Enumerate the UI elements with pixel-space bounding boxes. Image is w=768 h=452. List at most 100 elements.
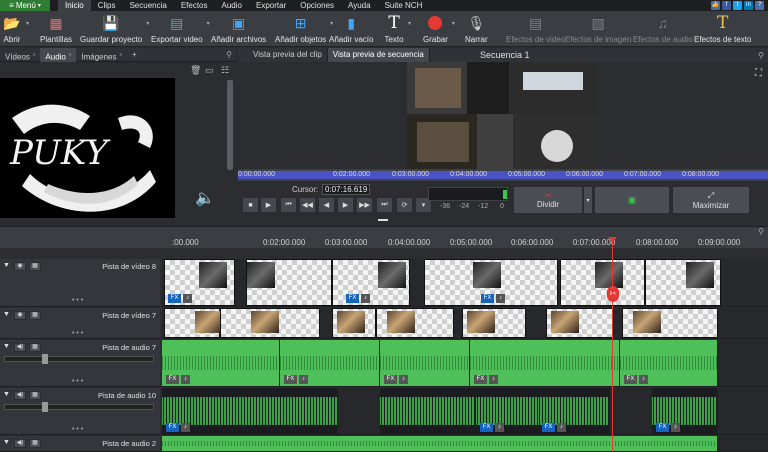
video-clip[interactable] <box>376 308 454 338</box>
go-end-button[interactable]: ⏭ <box>376 197 393 213</box>
plantillas-button[interactable]: ▦ Plantillas <box>40 13 72 45</box>
track-lane-audio-10[interactable]: FX ♪ FX ♪ FX ♪ FX ♪ <box>162 388 768 435</box>
lock-icon[interactable]: ▦ <box>29 311 41 320</box>
anadir-objetos-button[interactable]: ⊞ Añadir objetos ▾ <box>275 13 333 45</box>
prev-frame-button[interactable]: ◀◀ <box>299 197 316 213</box>
pin-icon[interactable]: ⚲ <box>758 51 764 60</box>
efectos-imagen-button[interactable]: ▧ Efectos de imagen <box>565 13 631 45</box>
collapse-icon[interactable]: ▼ <box>3 343 10 350</box>
audio-clip[interactable]: FX ♪ <box>380 340 470 386</box>
fx-badge[interactable]: FX <box>384 375 397 384</box>
video-clip[interactable] <box>332 308 376 338</box>
audio-clip[interactable]: FX ♪ <box>162 388 338 434</box>
drag-handle[interactable]: • • • <box>72 330 83 337</box>
lock-icon[interactable]: ▦ <box>29 262 41 271</box>
fx-badge[interactable]: FX <box>474 375 487 384</box>
scrollbar-thumb[interactable] <box>227 80 233 170</box>
play-button[interactable]: ▶ <box>260 197 277 213</box>
step-forward-button[interactable]: ▶ <box>337 197 354 213</box>
cursor-time-field[interactable]: 0:07:16.619 <box>322 184 370 195</box>
drag-handle[interactable]: • • • <box>72 378 83 385</box>
preview-video-frame[interactable] <box>407 62 598 169</box>
speaker-icon[interactable]: ◀) <box>14 391 26 400</box>
collapse-icon[interactable]: ▼ <box>3 311 10 318</box>
speaker-icon[interactable]: ♪ <box>489 375 498 384</box>
menu-secuencia[interactable]: Secuencia <box>122 0 173 11</box>
video-clip[interactable] <box>462 308 526 338</box>
speaker-icon[interactable]: ♪ <box>639 375 648 384</box>
audio-clip[interactable]: FX ♪ <box>470 340 620 386</box>
efectos-video-button[interactable]: ▤ Efectos de video <box>506 13 565 45</box>
fx-badge[interactable]: FX <box>542 423 555 432</box>
video-clip[interactable] <box>546 308 614 338</box>
volume-slider-knob[interactable] <box>42 402 48 412</box>
abrir-button[interactable]: 📂 Abrir ▾ <box>2 13 29 45</box>
speaker-icon[interactable]: ◀) <box>14 439 26 448</box>
tab-videos[interactable]: Vídeos x <box>0 48 40 62</box>
track-lane-audio-7[interactable]: FX ♪ FX ♪ FX ♪ FX ♪ FX ♪ <box>162 340 768 387</box>
audio-clip[interactable]: FX ♪ <box>620 340 718 386</box>
dividir-dropdown[interactable]: ▾ <box>583 186 593 214</box>
collapse-icon[interactable]: ▼ <box>3 439 10 446</box>
menu-efectos[interactable]: Efectos <box>174 0 215 11</box>
menu-exportar[interactable]: Exportar <box>249 0 293 11</box>
tab-audio[interactable]: Audio x <box>40 47 77 62</box>
speaker-icon[interactable]: ♪ <box>671 423 680 432</box>
eye-icon[interactable]: ◉ <box>14 262 26 271</box>
video-clip[interactable]: FX ♪ <box>164 259 235 306</box>
linkedin-icon[interactable]: in <box>744 1 753 10</box>
drag-handle[interactable]: • • • <box>72 297 83 304</box>
close-icon[interactable]: x <box>33 52 36 58</box>
fx-badge[interactable]: FX <box>284 375 297 384</box>
fx-badge[interactable]: FX <box>481 294 494 303</box>
fx-badge[interactable]: FX <box>624 375 637 384</box>
collapse-icon[interactable]: ▼ <box>3 391 10 398</box>
lock-icon[interactable]: ▦ <box>29 439 41 448</box>
video-clip[interactable] <box>164 308 223 338</box>
bin-media-thumbnail[interactable]: PUKY <box>0 78 175 224</box>
audio-clip[interactable]: FX ♪ <box>652 388 718 434</box>
volume-slider[interactable] <box>4 404 154 410</box>
fx-badge[interactable]: FX <box>346 294 359 303</box>
delete-icon[interactable]: 🗑 <box>190 65 201 76</box>
lock-icon[interactable]: ▦ <box>29 343 41 352</box>
maximizar-button[interactable]: ⤢ Maximizar <box>672 186 750 214</box>
tab-clip-preview[interactable]: Vista previa del clip <box>248 48 328 62</box>
main-menu-button[interactable]: ≡ Menú ▾ <box>0 0 50 11</box>
add-tab-button[interactable]: + <box>127 48 142 62</box>
track-lane-audio-2[interactable] <box>162 436 768 452</box>
loop-button[interactable]: ⟳ <box>396 197 413 213</box>
exportar-video-button[interactable]: ▤ Exportar video ▾ <box>151 13 210 45</box>
fx-badge[interactable]: FX <box>168 294 181 303</box>
video-clip[interactable] <box>560 259 645 306</box>
snapshot-button[interactable]: ▣ <box>594 186 670 214</box>
help-icon[interactable]: ? <box>755 1 764 10</box>
drag-handle[interactable]: • • • <box>72 426 83 433</box>
collapse-icon[interactable]: ▼ <box>3 262 10 269</box>
new-folder-icon[interactable]: ▭ <box>205 65 214 76</box>
efectos-texto-button[interactable]: T Efectos de texto <box>694 13 751 45</box>
track-lane-video-8[interactable]: FX♪ FX♪ FX♪ ✂ <box>162 259 768 307</box>
guardar-proyecto-button[interactable]: 💾 Guardar proyecto ▾ <box>80 13 149 45</box>
audio-clip[interactable]: FX ♪ <box>538 388 610 434</box>
twitter-icon[interactable]: t <box>733 1 742 10</box>
audio-clip[interactable]: FX ♪ <box>476 388 538 434</box>
menu-audio[interactable]: Audio <box>215 0 249 11</box>
fx-badge[interactable]: FX <box>480 423 493 432</box>
speaker-icon[interactable]: ♪ <box>399 375 408 384</box>
dividir-button[interactable]: ✂ Dividir <box>513 186 583 214</box>
eye-icon[interactable]: ◉ <box>14 311 26 320</box>
split-marker-icon[interactable]: ✂ <box>607 286 619 302</box>
speaker-icon[interactable]: ♪ <box>181 375 190 384</box>
audio-clip[interactable] <box>162 436 718 451</box>
video-clip[interactable] <box>622 308 718 338</box>
grabar-button[interactable]: Grabar ▾ <box>423 13 455 45</box>
speaker-icon[interactable]: ♪ <box>557 423 566 432</box>
step-back-button[interactable]: ◀ <box>318 197 335 213</box>
video-clip[interactable]: FX ♪ <box>332 259 410 306</box>
close-icon[interactable]: x <box>120 52 123 58</box>
efectos-audio-button[interactable]: ♫ Efectos de audio <box>633 13 693 45</box>
menu-clips[interactable]: Clips <box>91 0 123 11</box>
anadir-vacio-button[interactable]: ▮ Añadir vacío <box>329 13 373 45</box>
microphone-icon[interactable]: ♪ <box>496 294 505 303</box>
